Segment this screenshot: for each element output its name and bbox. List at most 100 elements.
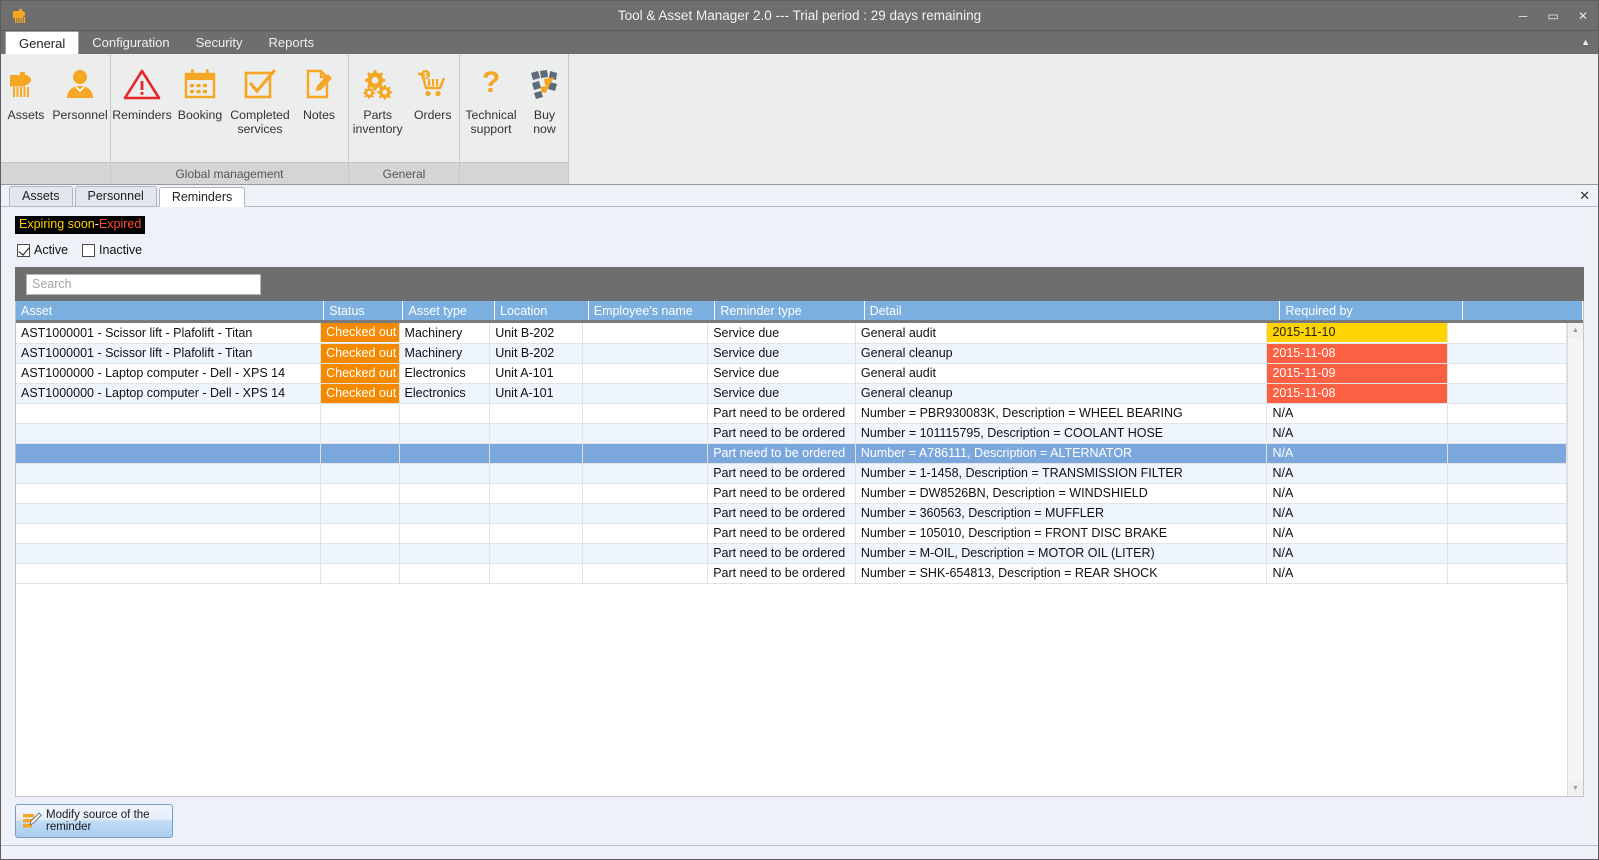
ribbon-tab-security[interactable]: Security: [183, 31, 256, 54]
table-row[interactable]: Part need to be ordered Number = SHK-6548…: [16, 563, 1567, 584]
collapse-ribbon-chevron-icon[interactable]: ▲: [1581, 31, 1590, 54]
ribbon-button-label: Reminders: [112, 108, 172, 122]
cell-location: Unit A-101: [489, 383, 583, 404]
ribbon-button-parts-inventory[interactable]: Parts inventory: [349, 60, 406, 139]
scrollbar-track[interactable]: [1568, 338, 1583, 781]
ribbon-button-reminders[interactable]: Reminders: [111, 60, 173, 125]
cell-location: Unit B-202: [489, 343, 583, 364]
grid-vertical-scrollbar[interactable]: ▲ ▼: [1567, 323, 1583, 796]
search-input[interactable]: [26, 273, 261, 295]
cell-detail: General cleanup: [855, 343, 1268, 364]
cell-spacer: [1447, 323, 1567, 344]
maximize-button[interactable]: ▭: [1538, 1, 1568, 31]
cell-employee: [582, 443, 709, 464]
cell-reminder-type: Part need to be ordered: [707, 423, 856, 444]
tab-personnel[interactable]: Personnel: [74, 186, 157, 206]
grid-column-header[interactable]: Required by: [1279, 301, 1463, 320]
cell-detail: Number = PBR930083K, Description = WHEEL…: [855, 403, 1268, 424]
cell-asset: AST1000001 - Scissor lift - Plafolift - …: [16, 343, 322, 364]
ribbon-button-technical-support[interactable]: ? Technical support: [460, 60, 522, 139]
grid-column-header[interactable]: Detail: [864, 301, 1281, 320]
cell-asset: [16, 503, 322, 524]
gears-icon: [356, 63, 400, 105]
status-legend: Expiring soon-Expired: [15, 216, 146, 234]
ribbon-tab-reports[interactable]: Reports: [256, 31, 328, 54]
cell-detail: Number = 105010, Description = FRONT DIS…: [855, 523, 1268, 544]
cell-employee: [582, 503, 709, 524]
cell-status: [320, 503, 400, 524]
ribbon-button-notes[interactable]: Notes: [293, 60, 345, 125]
cell-required-by: 2015-11-08: [1266, 343, 1448, 364]
cell-asset: [16, 543, 322, 564]
cell-location: [489, 423, 583, 444]
cell-detail: General audit: [855, 363, 1268, 384]
close-tab-icon[interactable]: ✕: [1579, 186, 1590, 206]
table-row[interactable]: Part need to be ordered Number = PBR93008…: [16, 403, 1567, 424]
filter-active[interactable]: Active: [17, 243, 68, 257]
grid-column-header[interactable]: [1462, 301, 1584, 320]
table-row[interactable]: Part need to be ordered Number = 360563, …: [16, 503, 1567, 524]
scroll-down-arrow-icon[interactable]: ▼: [1568, 781, 1583, 796]
minimize-button[interactable]: ─: [1508, 1, 1538, 31]
close-button[interactable]: ✕: [1568, 1, 1598, 31]
grid-column-header[interactable]: Location: [494, 301, 589, 320]
checkbox-active[interactable]: [17, 243, 30, 257]
table-row[interactable]: AST1000001 - Scissor lift - Plafolift - …: [16, 323, 1567, 344]
cell-location: [489, 483, 583, 504]
grid-column-header[interactable]: Reminder type: [714, 301, 865, 320]
ribbon-tab-general[interactable]: General: [5, 31, 80, 54]
cell-reminder-type: Part need to be ordered: [707, 463, 856, 484]
table-row[interactable]: Part need to be ordered Number = M-OIL, D…: [16, 543, 1567, 564]
cell-location: [489, 503, 583, 524]
cell-required-by-badge: 2015-11-08: [1267, 383, 1447, 402]
cell-detail: General cleanup: [855, 383, 1268, 404]
scroll-up-arrow-icon[interactable]: ▲: [1568, 323, 1583, 338]
reminders-grid: Asset Status Asset type Location Employee's …: [15, 301, 1584, 797]
ribbon-button-personnel[interactable]: Personnel: [51, 60, 109, 125]
cell-asset: AST1000000 - Laptop computer - Dell - XP…: [16, 383, 322, 404]
ribbon-button-label: Buy now: [533, 108, 556, 136]
table-row[interactable]: AST1000000 - Laptop computer - Dell - XP…: [16, 383, 1567, 404]
checkbox-inactive[interactable]: [82, 243, 96, 257]
ribbon-button-label: Booking: [177, 108, 223, 122]
cell-reminder-type: Service due: [707, 363, 856, 384]
ribbon-button-orders[interactable]: $ Orders: [406, 60, 459, 125]
ribbon-tab-configuration[interactable]: Configuration: [79, 31, 182, 54]
cell-spacer: [1447, 543, 1567, 564]
cell-status: [320, 423, 400, 444]
table-row[interactable]: Part need to be ordered Number = 105010, …: [16, 523, 1567, 544]
cell-asset: AST1000001 - Scissor lift - Plafolift - …: [16, 323, 322, 344]
cell-spacer: [1447, 483, 1567, 504]
grid-header-row: Asset Status Asset type Location Employee's …: [16, 301, 1584, 320]
ribbon-button-buy-now[interactable]: Buy now: [522, 60, 567, 139]
ribbon-button-completed-services[interactable]: Completed services: [227, 60, 293, 139]
cell-status: [320, 483, 400, 504]
grid-column-header[interactable]: Asset: [16, 301, 325, 320]
ribbon-button-label: Completed services: [230, 108, 290, 136]
table-row[interactable]: AST1000000 - Laptop computer - Dell - XP…: [16, 363, 1567, 384]
tab-reminders[interactable]: Reminders: [158, 187, 246, 207]
ribbon-button-assets[interactable]: Assets: [1, 60, 51, 125]
table-row[interactable]: AST1000001 - Scissor lift - Plafolift - …: [16, 343, 1567, 364]
filter-active-label: Active: [34, 243, 69, 257]
cell-asset-type: [399, 523, 491, 544]
cell-required-by: 2015-11-09: [1266, 363, 1448, 384]
cell-reminder-type: Part need to be ordered: [707, 443, 856, 464]
grid-column-header[interactable]: Asset type: [402, 301, 496, 320]
ribbon-button-booking[interactable]: Booking: [173, 60, 227, 125]
table-row[interactable]: Part need to be ordered Number = 1-1458, …: [16, 463, 1567, 484]
grid-column-header[interactable]: Employee's name: [588, 301, 716, 320]
table-row[interactable]: Part need to be ordered Number = DW8526BN…: [16, 483, 1567, 504]
modify-source-of-reminder-button[interactable]: Modify source of the reminder: [15, 804, 173, 838]
application-window: Tool & Asset Manager 2.0 --- Trial perio…: [0, 0, 1599, 860]
filter-inactive-label: Inactive: [99, 243, 143, 257]
table-row[interactable]: Part need to be ordered Number = A786111,…: [16, 443, 1567, 464]
filter-inactive[interactable]: Inactive: [82, 243, 142, 257]
document-tab-bar: Assets Personnel Reminders ✕: [1, 185, 1598, 207]
footer-actions: Modify source of the reminder: [1, 797, 1598, 845]
tab-assets[interactable]: Assets: [9, 186, 73, 206]
cell-required-by-badge: 2015-11-08: [1267, 343, 1447, 362]
cell-asset: [16, 423, 322, 444]
table-row[interactable]: Part need to be ordered Number = 10111579…: [16, 423, 1567, 444]
grid-column-header[interactable]: Status: [323, 301, 404, 320]
